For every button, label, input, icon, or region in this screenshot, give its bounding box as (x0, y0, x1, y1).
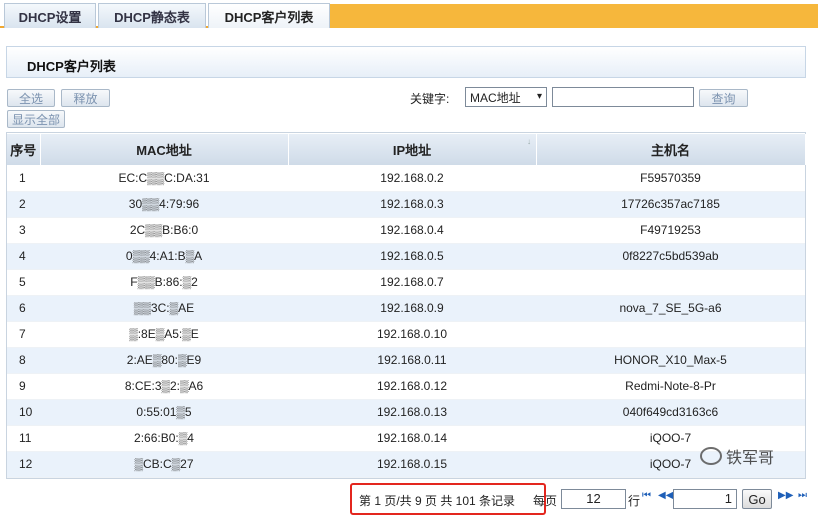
column-header-hostname[interactable]: 主机名 (536, 134, 806, 165)
cell-ip: 192.168.0.12 (288, 373, 536, 400)
cell-index: 12 (7, 451, 40, 478)
cell-ip: 192.168.0.3 (288, 191, 536, 218)
cell-mac: ▒CB:C▒27 (40, 451, 288, 478)
rows-label: 行 (628, 494, 641, 508)
table-row[interactable]: 8 2:AE▒80:▒E9 192.168.0.11 HONOR_X10_Max-5 (7, 347, 805, 374)
cell-mac: 2:66:B0:▒4 (40, 425, 288, 452)
per-page-input[interactable]: 12 (561, 489, 626, 509)
panel-header: DHCP客户列表 (6, 46, 806, 78)
cell-hostname: 0f8227c5bd539ab (536, 243, 805, 270)
cell-index: 7 (7, 321, 40, 348)
cell-mac: 8:CE:3▒2:▒A6 (40, 373, 288, 400)
sort-arrow-icon: ↓ (527, 137, 531, 146)
cell-hostname (536, 269, 805, 296)
table-row[interactable]: 2 30▒▒4:79:96 192.168.0.3 17726c357ac7185 (7, 191, 805, 218)
tab-bar-accent (330, 4, 818, 28)
watermark-text: 铁军哥 (726, 450, 775, 467)
column-header-mac[interactable]: MAC地址 (40, 134, 289, 165)
table-row[interactable]: 3 2C▒▒B:B6:0 192.168.0.4 F49719253 (7, 217, 805, 244)
cell-mac: ▒▒3C:▒AE (40, 295, 288, 322)
table-row[interactable]: 5 F▒▒B:86:▒2 192.168.0.7 (7, 269, 805, 296)
table-row[interactable]: 1 EC:C▒▒C:DA:31 192.168.0.2 F59570359 (7, 165, 805, 192)
table-row[interactable]: 12 ▒CB:C▒27 192.168.0.15 iQOO-7 (7, 451, 805, 478)
cell-index: 10 (7, 399, 40, 426)
cell-index: 11 (7, 425, 40, 452)
wechat-icon (700, 447, 722, 465)
keyword-input[interactable] (552, 87, 694, 107)
cell-hostname: 040f649cd3163c6 (536, 399, 805, 426)
column-header-ip[interactable]: IP地址 (288, 134, 537, 165)
cell-mac: 0▒▒4:A1:B▒A (40, 243, 288, 270)
table-row[interactable]: 6 ▒▒3C:▒AE 192.168.0.9 nova_7_SE_5G-a6 (7, 295, 805, 322)
per-page-label: 每页 (533, 494, 558, 508)
cell-ip: 192.168.0.15 (288, 451, 536, 478)
cell-hostname: Redmi-Note-8-Pr (536, 373, 805, 400)
tab-dhcp-static[interactable]: DHCP静态表 (98, 3, 206, 28)
last-page-icon[interactable]: ⏭ (798, 490, 807, 501)
cell-mac: EC:C▒▒C:DA:31 (40, 165, 288, 192)
cell-index: 3 (7, 217, 40, 244)
cell-hostname: nova_7_SE_5G-a6 (536, 295, 805, 322)
watermark: 铁军哥 (700, 444, 774, 468)
cell-index: 6 (7, 295, 40, 322)
cell-index: 5 (7, 269, 40, 296)
prev-page-icon[interactable]: ◀◀ (658, 490, 673, 501)
client-table: 序号 MAC地址 IP地址 主机名 1 EC:C▒▒C:DA:31 192.168.… (7, 134, 806, 478)
cell-hostname: HONOR_X10_Max-5 (536, 347, 805, 374)
next-page-icon[interactable]: ▶▶ (778, 490, 793, 501)
tab-dhcp-clients[interactable]: DHCP客户列表 (208, 3, 330, 28)
table-header-row: 序号 MAC地址 IP地址 主机名 (7, 134, 806, 165)
cell-ip: 192.168.0.10 (288, 321, 536, 348)
cell-hostname: F59570359 (536, 165, 805, 192)
cell-ip: 192.168.0.2 (288, 165, 536, 192)
cell-ip: 192.168.0.14 (288, 425, 536, 452)
cell-ip: 192.168.0.9 (288, 295, 536, 322)
table-row[interactable]: 4 0▒▒4:A1:B▒A 192.168.0.5 0f8227c5bd539ab (7, 243, 805, 270)
cell-ip: 192.168.0.13 (288, 399, 536, 426)
cell-mac: F▒▒B:86:▒2 (40, 269, 288, 296)
select-all-button[interactable]: 全选 (7, 89, 55, 107)
chevron-down-icon: ▾ (536, 91, 542, 102)
cell-hostname (536, 321, 805, 348)
first-page-icon[interactable]: ⏮ (642, 490, 651, 501)
cell-mac: 0:55:01▒5 (40, 399, 288, 426)
release-button[interactable]: 释放 (61, 89, 110, 107)
cell-index: 1 (7, 165, 40, 192)
cell-index: 4 (7, 243, 40, 270)
page-info: 第 1 页/共 9 页 共 101 条记录 (359, 494, 516, 508)
tab-dhcp-settings[interactable]: DHCP设置 (4, 3, 96, 28)
go-button[interactable]: Go (742, 489, 772, 509)
show-all-button[interactable]: 显示全部 (7, 110, 65, 128)
table-row[interactable]: 9 8:CE:3▒2:▒A6 192.168.0.12 Redmi-Note-8-Pr (7, 373, 805, 400)
table-row[interactable]: 10 0:55:01▒5 192.168.0.13 040f649cd3163c6 (7, 399, 805, 426)
query-button[interactable]: 查询 (699, 89, 748, 107)
column-header-index[interactable]: 序号 (7, 134, 41, 165)
cell-mac: 2:AE▒80:▒E9 (40, 347, 288, 374)
cell-hostname: F49719253 (536, 217, 805, 244)
cell-ip: 192.168.0.11 (288, 347, 536, 374)
cell-ip: 192.168.0.4 (288, 217, 536, 244)
cell-mac: 2C▒▒B:B6:0 (40, 217, 288, 244)
keyword-select-value: MAC地址 (470, 90, 521, 105)
table-row[interactable]: 7 ▒:8E▒A5:▒E 192.168.0.10 (7, 321, 805, 348)
cell-mac: ▒:8E▒A5:▒E (40, 321, 288, 348)
cell-mac: 30▒▒4:79:96 (40, 191, 288, 218)
cell-index: 9 (7, 373, 40, 400)
cell-index: 8 (7, 347, 40, 374)
cell-ip: 192.168.0.7 (288, 269, 536, 296)
page-title: DHCP客户列表 (27, 59, 116, 74)
cell-index: 2 (7, 191, 40, 218)
keyword-label: 关键字: (410, 92, 450, 106)
cell-hostname: 17726c357ac7185 (536, 191, 805, 218)
table-row[interactable]: 11 2:66:B0:▒4 192.168.0.14 iQOO-7 (7, 425, 805, 452)
page-number-input[interactable]: 1 (673, 489, 737, 509)
cell-ip: 192.168.0.5 (288, 243, 536, 270)
keyword-select[interactable]: MAC地址 ▾ (465, 87, 547, 107)
